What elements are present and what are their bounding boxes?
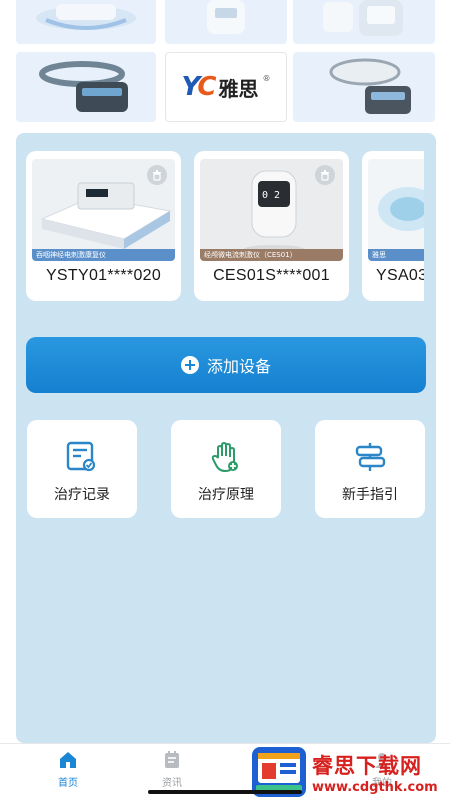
trash-icon (153, 170, 161, 181)
home-indicator (148, 790, 302, 794)
watermark-text: 睿思下载网 www.cdgthk.com (312, 750, 438, 795)
device-card[interactable]: 雅思 YSA03 (362, 151, 424, 301)
home-icon (60, 752, 76, 768)
product-tile-3[interactable] (293, 0, 435, 44)
device-card[interactable]: 吞咽神经电刺激康复仪 YSTY01****020 (26, 151, 181, 301)
beginner-guide-button[interactable]: 新手指引 (315, 420, 425, 518)
plus-circle-icon (180, 356, 199, 374)
device-illustration (207, 0, 245, 34)
signpost-icon (355, 443, 386, 471)
brand-name: 雅思 (218, 76, 259, 101)
treatment-record-label: 治疗记录 (54, 487, 110, 503)
brand-mark: YC (181, 72, 217, 102)
device-serial: YSA03 (376, 267, 424, 284)
registered-mark: ® (262, 74, 271, 83)
device-illustration (39, 61, 128, 112)
add-device-label: 添加设备 (206, 357, 271, 376)
hand-plus-icon (211, 441, 238, 473)
beginner-guide-label: 新手指引 (342, 487, 398, 503)
delete-device-button[interactable] (147, 165, 167, 185)
device-illustration (323, 0, 403, 36)
brand-logo: YC 雅思 ® (182, 72, 271, 102)
trash-icon (321, 170, 329, 181)
device-serial: YSTY01****020 (45, 267, 162, 284)
nav-news[interactable]: 资讯 (142, 750, 202, 789)
record-icon (66, 441, 96, 472)
device-illustration (329, 58, 411, 114)
device-illustration (36, 4, 136, 30)
svg-text:0 2: 0 2 (262, 190, 280, 201)
news-icon (165, 751, 179, 768)
device-image: 0 2 经颅微电流刺激仪（CES01） (200, 159, 343, 261)
main-panel: 吞咽神经电刺激康复仪 YSTY01****020 0 2 经颅微电流刺激仪（CE… (16, 133, 436, 743)
nav-home-label: 首页 (58, 778, 78, 789)
watermark-title: 睿思下载网 (312, 753, 422, 778)
product-tile-5[interactable] (293, 52, 435, 122)
product-tile-1[interactable] (16, 0, 156, 44)
device-image: 吞咽神经电刺激康复仪 (32, 159, 175, 261)
product-banner-grid: YC 雅思 ® (0, 0, 450, 128)
device-caption: 经颅微电流刺激仪（CES01） (200, 249, 343, 261)
treatment-principle-button[interactable]: 治疗原理 (171, 420, 281, 518)
delete-device-button[interactable] (315, 165, 335, 185)
add-device-button[interactable]: 添加设备 (26, 337, 426, 393)
nav-news-label: 资讯 (162, 778, 182, 789)
product-tile-2[interactable] (165, 0, 287, 44)
watermark-url: www.cdgthk.com (312, 779, 438, 795)
device-caption: 雅思 (368, 249, 424, 261)
device-carousel[interactable]: 吞咽神经电刺激康复仪 YSTY01****020 0 2 经颅微电流刺激仪（CE… (26, 151, 424, 301)
device-image: 雅思 (368, 159, 424, 261)
device-caption: 吞咽神经电刺激康复仪 (32, 249, 175, 261)
brand-logo-tile: YC 雅思 ® (165, 52, 287, 122)
treatment-principle-label: 治疗原理 (198, 487, 254, 503)
product-tile-4[interactable] (16, 52, 156, 122)
device-serial: CES01S****001 (213, 267, 330, 284)
nav-home[interactable]: 首页 (38, 750, 98, 789)
device-card[interactable]: 0 2 经颅微电流刺激仪（CES01） CES01S****001 (194, 151, 349, 301)
treatment-record-button[interactable]: 治疗记录 (27, 420, 137, 518)
